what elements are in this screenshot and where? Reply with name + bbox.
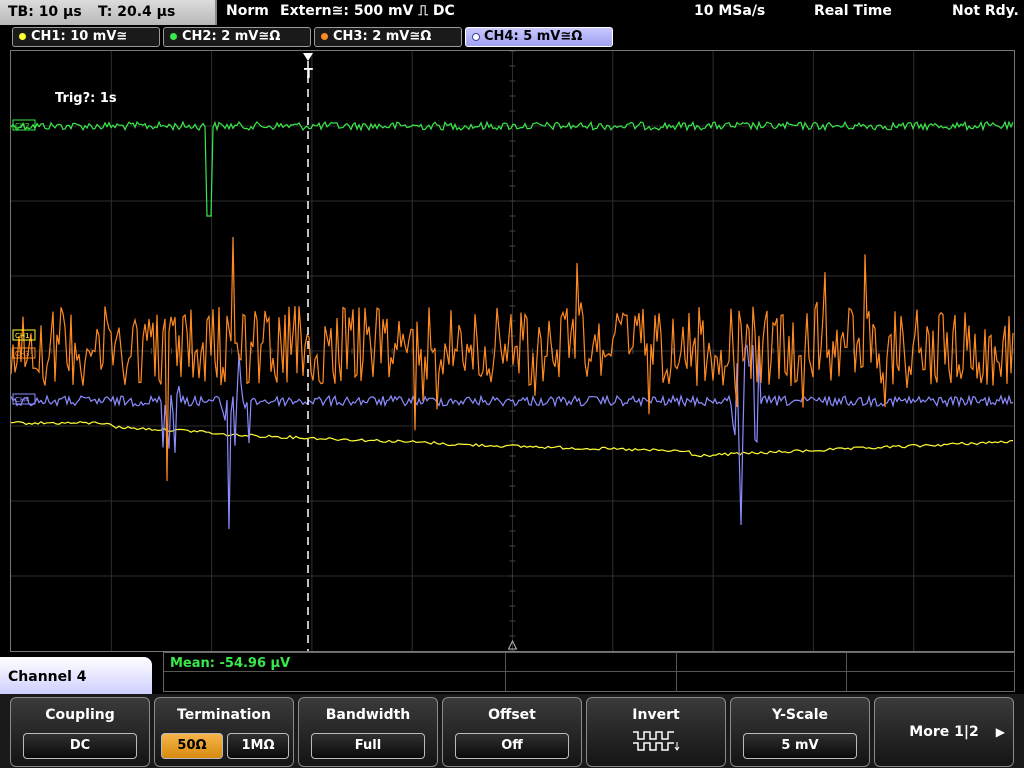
tab-channel-4[interactable]: CH4: 5 mV≅Ω <box>465 27 613 47</box>
measurement-divider <box>505 653 506 691</box>
yscale-value[interactable]: 5 mV <box>743 733 857 759</box>
bandwidth-softkey[interactable]: Bandwidth Full <box>298 697 438 767</box>
trigger-source[interactable]: Extern≅: 500 mV ⎍ DC <box>280 3 455 19</box>
yscale-softkey[interactable]: Y-Scale 5 mV <box>730 697 870 767</box>
timebase-box[interactable]: TB: 10 µs T: 20.4 µs <box>0 0 217 25</box>
more-label: More 1|2 <box>909 724 979 740</box>
measurement-divider <box>676 653 677 691</box>
softkey-bar: Coupling DC Termination 50Ω 1MΩ Bandwidt… <box>0 694 1024 768</box>
coupling-value[interactable]: DC <box>23 733 137 759</box>
timebase-readout: TB: 10 µs <box>8 4 82 20</box>
waveform-display[interactable]: CH2 CH1 CH3 CH4 T Trig?: 1s <box>10 50 1015 652</box>
more-softkey[interactable]: More 1|2 ▶ <box>874 697 1014 767</box>
trigger-info: Trig?: 1s <box>55 91 117 106</box>
status-bar: TB: 10 µs T: 20.4 µs Norm Extern≅: 500 m… <box>0 0 1024 25</box>
invert-softkey[interactable]: Invert <box>586 697 726 767</box>
channel-2-label: CH2: 2 mV≅Ω <box>182 29 281 44</box>
sample-rate: 10 MSa/s <box>694 3 766 19</box>
channel-1-level-marker-text: CH1 <box>15 332 30 340</box>
measurement-divider <box>164 671 1014 672</box>
invert-square-wave-icon <box>633 731 680 751</box>
channel-3-level-marker-text: CH3 <box>15 350 30 358</box>
acquisition-state: Not Rdy. <box>952 3 1019 19</box>
trigger-mode[interactable]: Norm <box>226 3 269 19</box>
bandwidth-title: Bandwidth <box>325 707 411 723</box>
tab-channel-3[interactable]: CH3: 2 mV≅Ω <box>314 27 462 47</box>
termination-title: Termination <box>177 707 271 723</box>
channel-1-color-dot <box>19 33 26 40</box>
termination-softkey[interactable]: Termination 50Ω 1MΩ <box>154 697 294 767</box>
measurement-divider <box>846 653 847 691</box>
bandwidth-value[interactable]: Full <box>311 733 425 759</box>
termination-50ohm-option[interactable]: 50Ω <box>161 733 223 759</box>
offset-value[interactable]: Off <box>455 733 569 759</box>
tab-channel-2[interactable]: CH2: 2 mV≅Ω <box>163 27 311 47</box>
yscale-title: Y-Scale <box>771 707 828 723</box>
invert-title: Invert <box>632 707 680 723</box>
channel-menu-title: Channel 4 <box>8 669 87 685</box>
termination-1mohm-option[interactable]: 1MΩ <box>227 733 289 759</box>
channel-3-label: CH3: 2 mV≅Ω <box>333 29 432 44</box>
tab-channel-1[interactable]: CH1: 10 mV≅ <box>12 27 160 47</box>
channel-4-level-marker-text: CH4 <box>15 396 30 404</box>
channel-4-label: CH4: 5 mV≅Ω <box>484 29 583 44</box>
measurement-mean: Mean: -54.96 µV <box>170 656 291 671</box>
offset-title: Offset <box>488 707 536 723</box>
offset-softkey[interactable]: Offset Off <box>442 697 582 767</box>
trigger-marker-label: T <box>304 67 313 82</box>
coupling-title: Coupling <box>45 707 115 723</box>
channel-3-color-dot <box>321 33 328 40</box>
coupling-softkey[interactable]: Coupling DC <box>10 697 150 767</box>
channel-1-label: CH1: 10 mV≅ <box>31 29 128 44</box>
measurement-panel[interactable]: Mean: -54.96 µV <box>163 652 1015 692</box>
play-arrow-icon: ▶ <box>995 725 1005 739</box>
channel-4-color-dot <box>472 33 480 41</box>
channel-2-level-marker-text: CH2 <box>15 122 30 130</box>
trigger-position-readout: T: 20.4 µs <box>98 4 176 20</box>
channel-menu-title-box: Channel 4 <box>0 657 152 699</box>
channel-2-color-dot <box>170 33 177 40</box>
channel-tabs: CH1: 10 mV≅ CH2: 2 mV≅Ω CH3: 2 mV≅Ω CH4:… <box>0 26 1024 48</box>
waveform-canvas: CH2 CH1 CH3 CH4 T <box>11 51 1014 651</box>
acquisition-mode[interactable]: Real Time <box>814 3 892 19</box>
